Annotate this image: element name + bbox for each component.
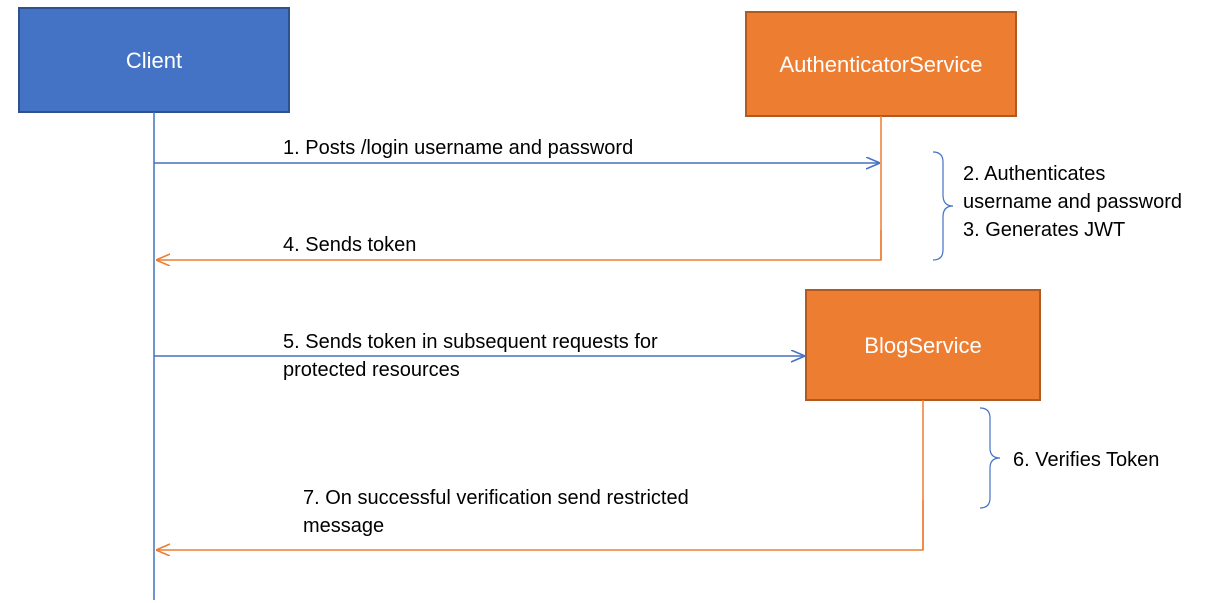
note3-text: 3. Generates JWT xyxy=(963,219,1125,241)
actor-client: Client xyxy=(19,8,289,112)
note2-line2: username and password xyxy=(963,191,1182,213)
actor-authenticator-service: AuthenticatorService xyxy=(746,12,1016,116)
msg7-text-line2: message xyxy=(303,515,384,537)
note6-text: 6. Verifies Token xyxy=(1013,449,1159,471)
msg4-arrow xyxy=(158,230,881,260)
msg5-text-line2: protected resources xyxy=(283,359,460,381)
msg4-text: 4. Sends token xyxy=(283,234,416,256)
brace-auth-notes xyxy=(933,152,953,260)
msg7-text-line1: 7. On successful verification send restr… xyxy=(303,487,689,509)
brace-blog-note xyxy=(980,408,1000,508)
client-label: Client xyxy=(126,48,182,73)
msg1-text: 1. Posts /login username and password xyxy=(283,137,633,159)
actor-blog-service: BlogService xyxy=(806,290,1040,400)
blog-label: BlogService xyxy=(864,333,981,358)
note2-line1: 2. Authenticates xyxy=(963,163,1105,185)
sequence-diagram: Client AuthenticatorService BlogService … xyxy=(0,0,1225,603)
msg5-text-line1: 5. Sends token in subsequent requests fo… xyxy=(283,331,658,353)
auth-label: AuthenticatorService xyxy=(780,52,983,77)
